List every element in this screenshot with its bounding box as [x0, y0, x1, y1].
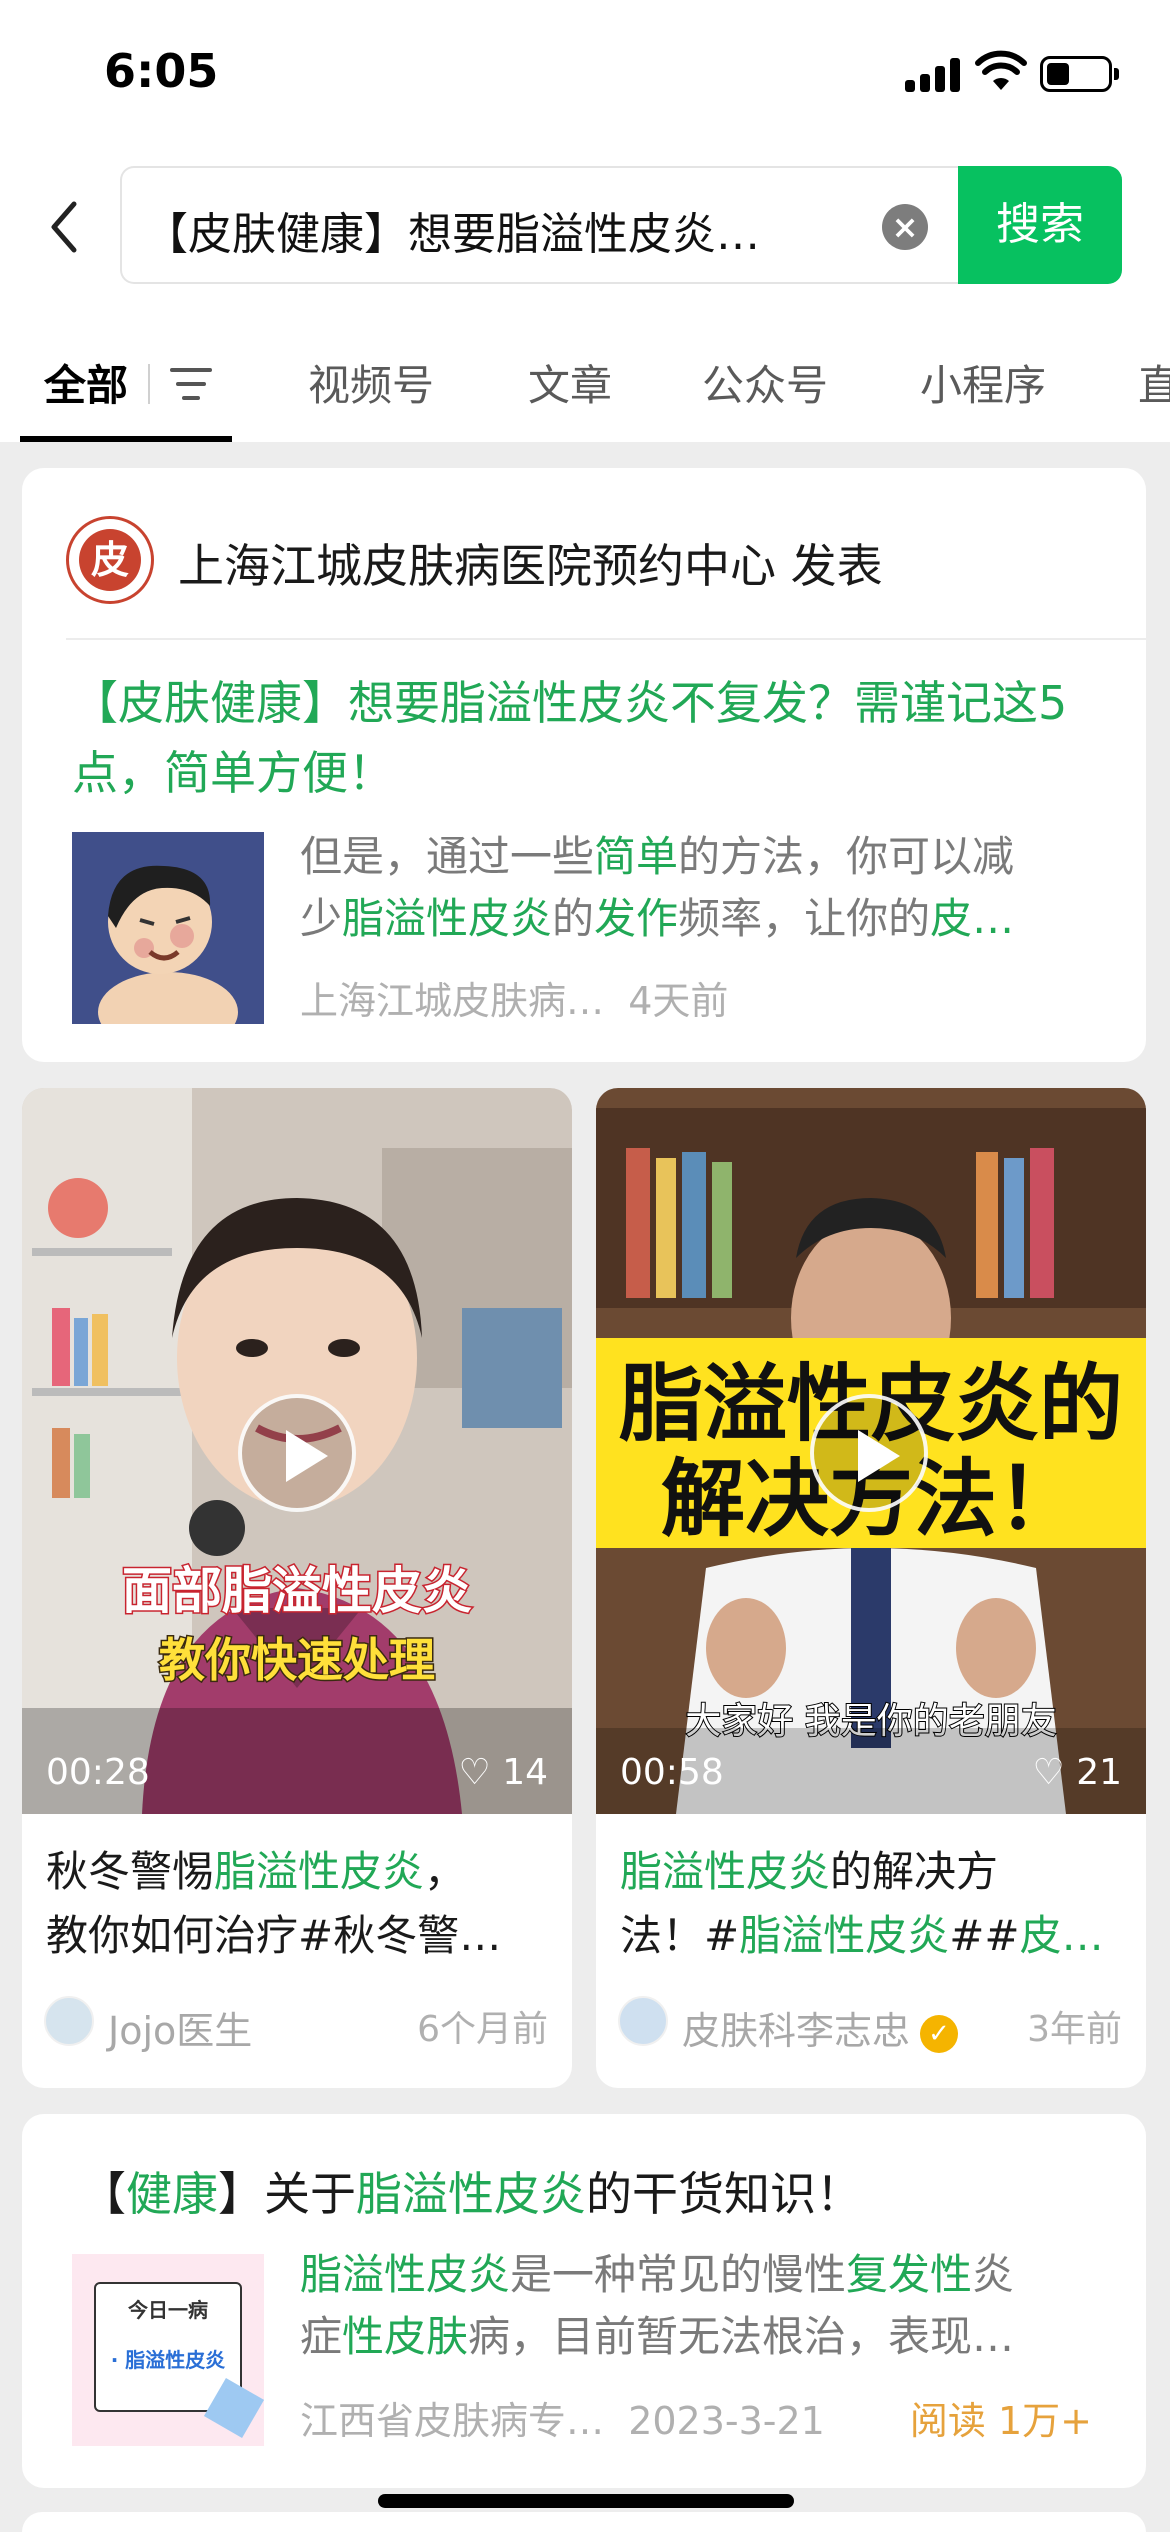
video-duration: 00:58: [620, 1752, 724, 1793]
filter-icon[interactable]: [170, 368, 212, 402]
article-meta: 上海江城皮肤病… 4天前: [300, 970, 728, 1025]
verified-badge-icon: ✓: [920, 2014, 959, 2053]
heart-icon: ♡: [458, 1752, 503, 1793]
search-button[interactable]: 搜索: [958, 166, 1122, 284]
video-title[interactable]: 秋冬警惕脂溢性皮炎， 教你如何治疗#秋冬警…: [46, 1840, 556, 1968]
status-time: 6:05: [104, 44, 219, 98]
search-input[interactable]: 【皮肤健康】想要脂溢性皮炎… ×: [120, 166, 960, 284]
tab-articles[interactable]: 文章: [528, 352, 612, 413]
article-date: 2023-3-21: [628, 2399, 825, 2443]
clear-icon[interactable]: ×: [882, 204, 928, 250]
author-name: Jojo医生: [108, 2009, 253, 2053]
heart-icon: ♡: [1032, 1752, 1077, 1793]
article-source: 上海江城皮肤病…: [300, 979, 605, 1023]
search-query-text: 【皮肤健康】想要脂溢性皮炎…: [144, 209, 760, 260]
account-name[interactable]: 上海江城皮肤病医院预约中心 发表: [178, 530, 883, 596]
video-thumbnail: 脂溢性皮炎的 解决方法！ 大家好 我是你的老朋友 00:58 ♡ 21: [596, 1088, 1146, 1814]
battery-icon: [1040, 56, 1119, 92]
video-likes: ♡ 21: [1032, 1752, 1122, 1793]
video-overlay-title: 面部脂溢性皮炎: [122, 1562, 472, 1620]
article-snippet: 但是，通过一些简单的方法，你可以减 少脂溢性皮炎的发作频率，让你的皮…: [300, 832, 1015, 943]
wifi-icon: [975, 50, 1027, 90]
tab-official-accounts[interactable]: 公众号: [702, 352, 828, 413]
account-logo: 皮: [66, 516, 154, 604]
article-title[interactable]: 【健康】关于脂溢性皮炎的干货知识！: [80, 2158, 862, 2224]
back-arrow-icon[interactable]: [40, 192, 90, 262]
read-count: 阅读 1万+: [909, 2399, 1092, 2443]
search-header: 【皮肤健康】想要脂溢性皮炎… × 搜索 全部 视频号 文章 公众号 小程序 直: [0, 150, 1170, 442]
avatar: [44, 1996, 94, 2046]
avatar: [618, 1996, 668, 2046]
article-card[interactable]: 【健康】关于脂溢性皮炎的干货知识！ 今日一病 · 脂溢性皮炎 脂溢性皮炎是一种常…: [22, 2114, 1146, 2488]
article-thumbnail: [72, 832, 264, 1024]
video-card[interactable]: 面部脂溢性皮炎 教你快速处理 00:28 ♡ 14 秋冬警惕脂溢性皮炎， 教你如…: [22, 1088, 572, 2088]
tab-bar: 全部 视频号 文章 公众号 小程序 直: [0, 330, 1170, 442]
active-tab-indicator: [20, 436, 232, 442]
next-card: [22, 2512, 1146, 2532]
cellular-signal-icon: [905, 58, 961, 92]
article-thumbnail: 今日一病 · 脂溢性皮炎: [72, 2254, 264, 2446]
video-thumbnail: 面部脂溢性皮炎 教你快速处理 00:28 ♡ 14: [22, 1088, 572, 1814]
home-indicator: [378, 2494, 794, 2508]
article-card[interactable]: 皮 上海江城皮肤病医院预约中心 发表 【皮肤健康】想要脂溢性皮炎不复发？需谨记这…: [22, 468, 1146, 1062]
video-card[interactable]: 脂溢性皮炎的 解决方法！ 大家好 我是你的老朋友 00:58 ♡ 21 脂溢性皮…: [596, 1088, 1146, 2088]
article-title[interactable]: 【皮肤健康】想要脂溢性皮炎不复发？需谨记这5点，简单方便！: [72, 668, 1092, 808]
tab-live[interactable]: 直: [1138, 352, 1170, 413]
tab-mini-programs[interactable]: 小程序: [920, 352, 1046, 413]
article-source: 江西省皮肤病专…: [300, 2399, 605, 2443]
article-meta: 江西省皮肤病专… 2023-3-21: [300, 2390, 825, 2445]
video-date: 6个月前: [417, 2009, 548, 2050]
play-icon[interactable]: [810, 1394, 928, 1512]
video-title[interactable]: 脂溢性皮炎的解决方 法！#脂溢性皮炎##皮…: [620, 1840, 1130, 1968]
video-date: 3年前: [1027, 2009, 1122, 2050]
divider: [66, 638, 1146, 640]
tab-channels[interactable]: 视频号: [308, 352, 434, 413]
tab-divider: [148, 364, 150, 404]
status-bar: 6:05: [0, 0, 1170, 150]
video-duration: 00:28: [46, 1752, 150, 1793]
author-name: 皮肤科李志忠 ✓: [682, 2000, 959, 2055]
video-likes: ♡ 14: [458, 1752, 548, 1793]
tab-all[interactable]: 全部: [44, 352, 128, 413]
video-overlay-subtitle: 教你快速处理: [159, 1633, 435, 1687]
article-time: 4天前: [628, 979, 729, 1023]
article-snippet: 脂溢性皮炎是一种常见的慢性复发性炎 症性皮肤病，目前暂无法根治，表现…: [300, 2250, 1015, 2361]
play-icon[interactable]: [238, 1394, 356, 1512]
